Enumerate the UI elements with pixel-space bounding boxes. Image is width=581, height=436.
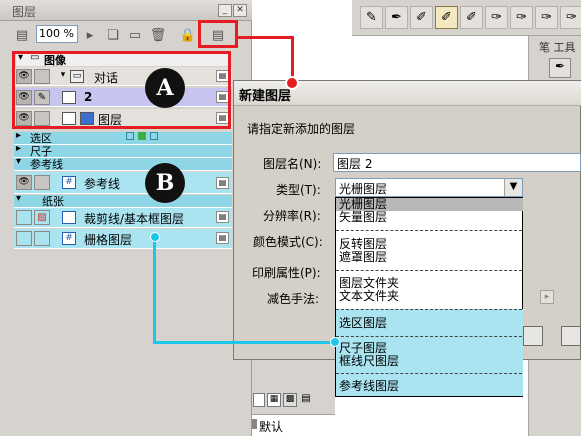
collapse-icon[interactable]: ▾ <box>16 156 21 167</box>
dialog-prompt: 请指定新添加的图层 <box>247 122 356 136</box>
section-paper[interactable]: ▾ 纸张 <box>14 193 232 208</box>
ink2-tool-icon[interactable]: ✑ <box>535 6 558 29</box>
edit-toggle[interactable] <box>34 231 50 246</box>
tool-options-tab[interactable]: 笔 工具 <box>539 39 576 55</box>
annotation-connector <box>153 341 335 344</box>
selection-mode-icon[interactable] <box>150 132 158 140</box>
dropdown-separator <box>336 270 522 271</box>
resolution-label: 分辨率(R): <box>263 209 321 223</box>
annotation-dot <box>285 76 299 90</box>
section-paper-label: 纸张 <box>42 195 64 208</box>
guide-grid-icon: # <box>62 176 76 189</box>
section-guides[interactable]: ▾ 参考线 <box>14 156 232 171</box>
marker-icon <box>252 419 257 429</box>
annotation-label-b: B <box>145 163 185 203</box>
ok-button[interactable] <box>523 326 543 346</box>
layer-props-icon[interactable]: ▤ <box>216 211 229 223</box>
ink-tool-icon[interactable]: ✑ <box>510 6 533 29</box>
crop-layer-icon <box>62 211 76 224</box>
annotation-dot <box>150 232 160 242</box>
layer-panel-titlebar: 图层 _ ✕ <box>0 0 252 21</box>
layer-name: 裁剪线/基本框图层 <box>84 212 185 226</box>
visibility-eye-icon[interactable]: 👁 <box>16 175 32 190</box>
crop-mark-icon[interactable]: ▨ <box>34 210 50 225</box>
dropdown-option[interactable]: 矢量图层 <box>336 211 522 224</box>
bottom-toolbar: ▦ ▩ ▤ <box>253 393 335 411</box>
close-icon[interactable]: ✕ <box>233 4 247 17</box>
page-icon[interactable] <box>253 393 265 407</box>
trash-icon[interactable]: 🗑 <box>148 25 168 45</box>
dialog-title: 新建图层 <box>239 89 292 104</box>
opacity-field[interactable]: 100 % <box>36 25 78 43</box>
add-selection-icon[interactable] <box>126 132 134 140</box>
annotation-dot <box>330 337 340 347</box>
ink3-tool-icon[interactable]: ✑ <box>560 6 581 29</box>
airbrush-tool-icon[interactable]: ✑ <box>485 6 508 29</box>
layer-type-select[interactable]: 光栅图层 <box>335 178 523 197</box>
layer-panel-title: 图层 <box>12 5 37 19</box>
default-label: 默认 <box>259 420 284 434</box>
annotation-label-a: A <box>145 68 185 108</box>
minimize-icon[interactable]: _ <box>218 4 232 17</box>
layer-row-guides[interactable]: 👁 # 参考线 ▤ <box>14 172 232 194</box>
default-row[interactable]: 默认 <box>252 414 335 436</box>
dropdown-separator <box>336 373 522 374</box>
dropdown-separator <box>336 336 522 337</box>
layer-row-crop[interactable]: ▨ 裁剪线/基本框图层 ▤ <box>14 208 232 228</box>
new-layer-icon[interactable]: ❏ <box>103 25 123 45</box>
panel-icon[interactable]: ▦ <box>267 393 281 407</box>
pen-option-icon[interactable]: ✒ <box>549 58 571 78</box>
color-mode-label: 颜色模式(C): <box>253 235 323 249</box>
visibility-toggle[interactable] <box>16 231 32 246</box>
folder-icon[interactable]: ▭ <box>125 25 145 45</box>
layer-name: 参考线 <box>84 177 121 191</box>
visibility-toggle[interactable] <box>16 210 32 225</box>
lock-icon[interactable]: 🔒 <box>178 25 198 45</box>
layer-name: 栅格图层 <box>84 233 133 247</box>
grid-layer-icon: # <box>62 232 76 245</box>
annotation-connector <box>153 238 156 344</box>
edit-toggle[interactable] <box>34 175 50 190</box>
layer-name-input[interactable]: 图层 2 <box>333 153 581 172</box>
grid-icon[interactable]: ▩ <box>283 393 297 407</box>
opacity-arrow-icon[interactable]: ▸ <box>80 25 100 45</box>
annotation-box-button <box>198 20 238 48</box>
dropdown-option[interactable]: 文本文件夹 <box>336 290 522 303</box>
layer-row-grid[interactable]: # 栅格图层 ▤ <box>14 229 232 249</box>
name-label: 图层名(N): <box>263 157 322 171</box>
dropdown-separator <box>336 230 522 231</box>
collapse-icon[interactable]: ▸ <box>16 130 21 141</box>
dropdown-separator <box>336 309 522 310</box>
layer-list-icon[interactable]: ▤ <box>299 393 313 407</box>
collapse-icon[interactable]: ▾ <box>16 193 21 204</box>
print-property-label: 印刷属性(P): <box>252 266 321 280</box>
layer-props-icon[interactable]: ▤ <box>12 25 32 45</box>
section-guides-label: 参考线 <box>30 158 63 171</box>
dropdown-option[interactable]: 框线尺图层 <box>336 355 522 368</box>
collapse-icon[interactable]: ▸ <box>16 143 21 154</box>
dropdown-option[interactable]: 遮罩图层 <box>336 251 522 264</box>
brush2-tool-icon[interactable]: ✐ <box>460 6 483 29</box>
reduction-arrow-icon[interactable]: ▸ <box>540 290 554 304</box>
dropdown-option[interactable]: 选区图层 <box>336 317 522 330</box>
layer-props-icon[interactable]: ▤ <box>216 177 229 189</box>
marker-tool-icon[interactable]: ✐ <box>410 6 433 29</box>
tool-palette: ✎ ✒ ✐ ✐ ✐ ✑ ✑ ✑ ✑ <box>352 0 581 36</box>
pencil-tool-icon[interactable]: ✎ <box>360 6 383 29</box>
chevron-down-icon[interactable]: ▼ <box>504 179 522 196</box>
layer-props-icon[interactable]: ▤ <box>216 232 229 244</box>
dropdown-option[interactable]: 参考线图层 <box>336 380 522 393</box>
type-label: 类型(T): <box>276 183 321 197</box>
brush-tool-icon[interactable]: ✐ <box>435 6 458 29</box>
color-reduction-label: 减色手法: <box>267 292 320 306</box>
green-add-icon[interactable] <box>138 132 146 140</box>
annotation-line <box>238 36 294 39</box>
cancel-button[interactable] <box>561 326 581 346</box>
annotation-box-a <box>12 51 231 129</box>
pen-tool-icon[interactable]: ✒ <box>385 6 408 29</box>
